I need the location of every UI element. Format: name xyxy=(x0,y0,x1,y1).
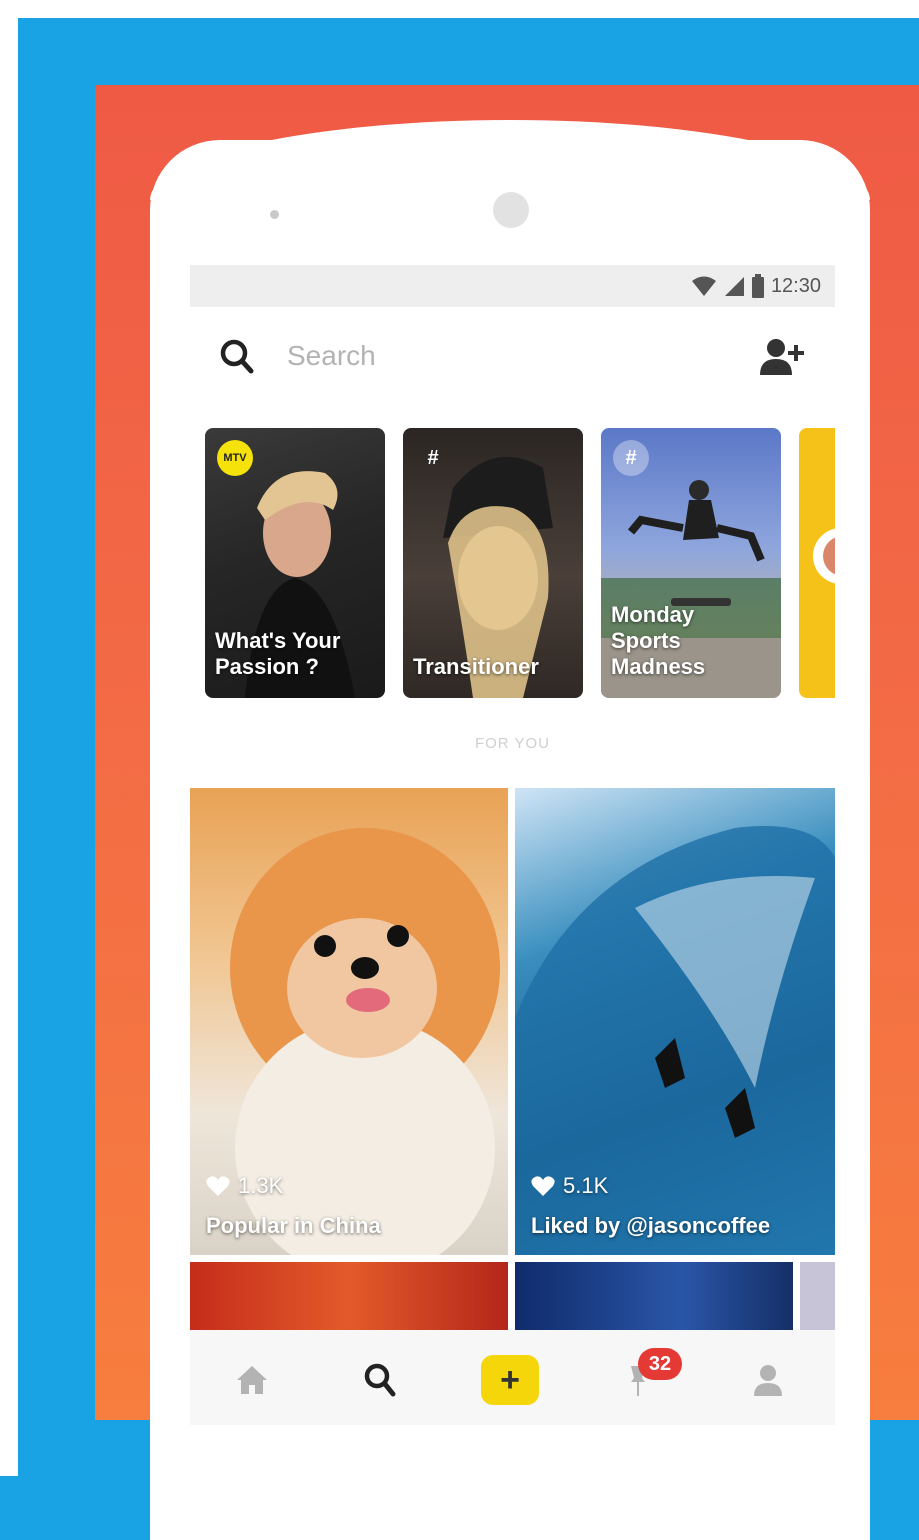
heart-icon xyxy=(531,1176,555,1196)
feed-tile-partial[interactable] xyxy=(515,1262,793,1330)
heart-icon xyxy=(206,1176,230,1196)
create-button[interactable]: + xyxy=(481,1355,539,1405)
search-bar xyxy=(190,307,835,407)
feed-tile-meta: 5.1K Liked by @jasoncoffee xyxy=(531,1173,770,1239)
app-screen: 12:30 MTV What's Your Passio xyxy=(190,265,835,1425)
signal-icon xyxy=(724,277,744,296)
status-bar: 12:30 xyxy=(190,265,835,307)
search-input[interactable] xyxy=(285,335,689,377)
profile-icon xyxy=(754,1365,782,1396)
nav-home[interactable] xyxy=(222,1350,282,1410)
battery-icon xyxy=(751,274,764,298)
feed-tile[interactable]: 1.3K Popular in China xyxy=(190,788,508,1255)
likes-value: 5.1K xyxy=(563,1173,609,1198)
likes-count: 1.3K xyxy=(206,1173,381,1199)
section-label: FOR YOU xyxy=(474,735,551,752)
nav-search[interactable] xyxy=(350,1350,410,1410)
channel-card[interactable]: MTV What's Your Passion ? xyxy=(205,428,385,698)
bottom-nav: + 32 xyxy=(190,1330,835,1425)
nav-create[interactable]: + xyxy=(480,1350,540,1410)
mtv-logo-icon: MTV xyxy=(217,440,253,476)
channel-thumbnail xyxy=(813,528,835,584)
home-icon xyxy=(237,1366,267,1394)
search-icon[interactable] xyxy=(220,339,254,375)
top-border xyxy=(0,0,919,18)
channel-label: What's Your Passion ? xyxy=(215,628,341,679)
feed-tile-meta: 1.3K Popular in China xyxy=(206,1173,381,1239)
status-icons: 12:30 xyxy=(691,274,821,298)
phone-speaker xyxy=(270,210,279,219)
channel-card[interactable]: # Transitioner xyxy=(403,428,583,698)
channels-row: MTV What's Your Passion ? # Transitioner xyxy=(205,428,835,698)
phone-camera xyxy=(493,192,529,228)
notification-badge: 32 xyxy=(638,1348,682,1380)
feed-tile-partial[interactable] xyxy=(800,1262,835,1330)
channel-label: Monday Sports Madness xyxy=(611,602,706,679)
status-time: 12:30 xyxy=(770,274,821,297)
add-user-icon xyxy=(760,339,804,375)
hashtag-icon: # xyxy=(427,446,439,469)
feed-caption: Liked by @jasoncoffee xyxy=(531,1213,771,1238)
channel-card[interactable]: # Monday Sports Madness xyxy=(601,428,781,698)
add-user-button[interactable] xyxy=(759,337,807,377)
left-border xyxy=(0,0,18,1476)
channel-label: Transitioner xyxy=(413,654,539,679)
nav-profile[interactable] xyxy=(738,1350,798,1410)
feed-tile-partial[interactable] xyxy=(190,1262,508,1330)
nav-notifications[interactable]: 32 xyxy=(608,1348,682,1410)
likes-count: 5.1K xyxy=(531,1173,770,1199)
wifi-icon xyxy=(691,276,716,296)
feed-tile[interactable]: 5.1K Liked by @jasoncoffee xyxy=(515,788,835,1255)
search-icon xyxy=(364,1363,396,1397)
hashtag-icon: # xyxy=(613,440,649,476)
channel-card-partial[interactable] xyxy=(799,428,835,698)
feed-caption: Popular in China xyxy=(206,1213,381,1238)
likes-value: 1.3K xyxy=(238,1173,284,1198)
